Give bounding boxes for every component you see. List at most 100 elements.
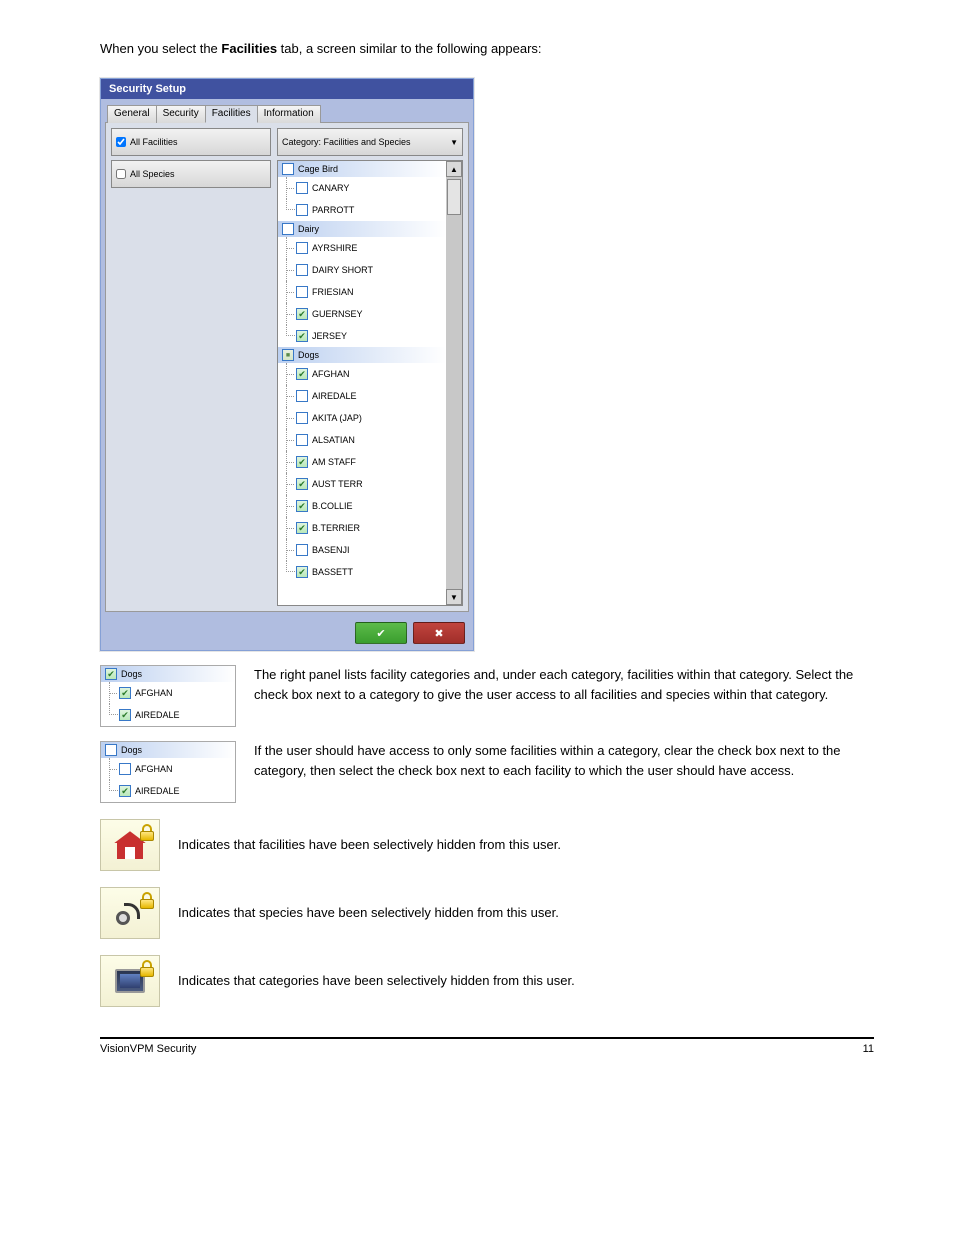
tree-item-checkbox[interactable] (296, 522, 308, 534)
tab-security[interactable]: Security (156, 105, 206, 123)
tree-group-checkbox[interactable] (282, 223, 294, 235)
species-locked-icon-button[interactable] (100, 887, 160, 939)
explain-text-1: The right panel lists facility categorie… (254, 665, 874, 704)
intro-part1: When you select the (100, 41, 221, 56)
lock-icon (139, 892, 155, 910)
tree-item[interactable]: B.COLLIE (278, 495, 446, 517)
all-species-checkbox[interactable] (116, 169, 126, 179)
categories-locked-icon-button[interactable] (100, 955, 160, 1007)
tree-item-label: PARROTT (312, 205, 354, 215)
tree-item[interactable]: GUERNSEY (278, 303, 446, 325)
tree-item-checkbox[interactable] (296, 286, 308, 298)
category-dropdown[interactable]: Category: Facilities and Species ▼ (277, 128, 463, 156)
dropdown-label: Category: Facilities and Species (282, 137, 411, 147)
tree-item-checkbox[interactable] (296, 204, 308, 216)
tree-item[interactable]: BASENJI (278, 539, 446, 561)
lock-icon (139, 824, 155, 842)
tree-item-checkbox[interactable] (296, 264, 308, 276)
mini2-item0-label: AFGHAN (135, 764, 173, 774)
tree-item-checkbox[interactable] (296, 434, 308, 446)
mini2-item1-checkbox[interactable] (119, 785, 131, 797)
tab-information[interactable]: Information (257, 105, 321, 123)
tree-item-label: ALSATIAN (312, 435, 355, 445)
tree-item[interactable]: DAIRY SHORT (278, 259, 446, 281)
tree-item[interactable]: AUST TERR (278, 473, 446, 495)
tree-item-label: B.TERRIER (312, 523, 360, 533)
mini2-header-checkbox[interactable] (105, 744, 117, 756)
tree-item-checkbox[interactable] (296, 544, 308, 556)
tree-group-label: Dairy (298, 224, 319, 234)
tree-group-header[interactable]: Dairy (278, 221, 446, 237)
tree-item[interactable]: AIREDALE (278, 385, 446, 407)
close-icon: ✖ (434, 627, 443, 640)
dialog-footer: ✔ ✖ (101, 616, 473, 650)
tree-item-checkbox[interactable] (296, 308, 308, 320)
facilities-locked-icon-button[interactable] (100, 819, 160, 871)
tree-item-checkbox[interactable] (296, 390, 308, 402)
tree-item[interactable]: AYRSHIRE (278, 237, 446, 259)
tree-item-checkbox[interactable] (296, 368, 308, 380)
scroll-up-button[interactable]: ▲ (446, 161, 462, 177)
mini-tree-all-selected: Dogs AFGHAN AIREDALE (100, 665, 236, 727)
tree-group-header[interactable]: Dogs (278, 347, 446, 363)
tree-item[interactable]: B.TERRIER (278, 517, 446, 539)
intro-bold: Facilities (221, 41, 277, 56)
tree-item[interactable]: FRIESIAN (278, 281, 446, 303)
tree-item[interactable]: JERSEY (278, 325, 446, 347)
tree-item-label: BASENJI (312, 545, 350, 555)
tree-item-checkbox[interactable] (296, 566, 308, 578)
tree-item-label: JERSEY (312, 331, 347, 341)
tree-group-checkbox[interactable] (282, 163, 294, 175)
scroll-thumb[interactable] (447, 179, 461, 215)
tree-item[interactable]: AM STAFF (278, 451, 446, 473)
tree-item-label: GUERNSEY (312, 309, 363, 319)
mini1-header-checkbox[interactable] (105, 668, 117, 680)
tree-item-checkbox[interactable] (296, 242, 308, 254)
tree-item-label: BASSETT (312, 567, 353, 577)
tree-item[interactable]: CANARY (278, 177, 446, 199)
tree-item[interactable]: AFGHAN (278, 363, 446, 385)
dialog-title: Security Setup (101, 79, 473, 99)
mini1-item1-checkbox[interactable] (119, 709, 131, 721)
mini-tree-partial: Dogs AFGHAN AIREDALE (100, 741, 236, 803)
tree-item-checkbox[interactable] (296, 456, 308, 468)
tree-item-label: DAIRY SHORT (312, 265, 373, 275)
ok-button[interactable]: ✔ (355, 622, 407, 644)
tree-group-checkbox[interactable] (282, 349, 294, 361)
tree-item[interactable]: AKITA (JAP) (278, 407, 446, 429)
lock-icon (139, 960, 155, 978)
tree-group-header[interactable]: Cage Bird (278, 161, 446, 177)
tree-item[interactable]: BASSETT (278, 561, 446, 583)
cancel-button[interactable]: ✖ (413, 622, 465, 644)
tree-item-label: CANARY (312, 183, 349, 193)
tab-general[interactable]: General (107, 105, 157, 123)
scrollbar[interactable]: ▲ ▼ (446, 161, 462, 605)
tree-item-label: AM STAFF (312, 457, 356, 467)
tree-item-label: AUST TERR (312, 479, 363, 489)
tree-item-label: AYRSHIRE (312, 243, 357, 253)
scroll-down-button[interactable]: ▼ (446, 589, 462, 605)
all-facilities-field[interactable]: All Facilities (111, 128, 271, 156)
tree-item[interactable]: ALSATIAN (278, 429, 446, 451)
tree-item-checkbox[interactable] (296, 412, 308, 424)
tree-group-label: Cage Bird (298, 164, 338, 174)
tree-item-checkbox[interactable] (296, 182, 308, 194)
footer-left: VisionVPM Security (100, 1043, 196, 1055)
all-facilities-label: All Facilities (130, 137, 178, 147)
tree-item-checkbox[interactable] (296, 330, 308, 342)
mini1-item1-label: AIREDALE (135, 710, 180, 720)
mini2-item0-checkbox[interactable] (119, 763, 131, 775)
all-facilities-checkbox[interactable] (116, 137, 126, 147)
page-footer: VisionVPM Security 11 (100, 1037, 874, 1055)
tab-facilities[interactable]: Facilities (205, 105, 258, 123)
tree-item-checkbox[interactable] (296, 478, 308, 490)
tree-item-checkbox[interactable] (296, 500, 308, 512)
mini1-header-label: Dogs (121, 669, 142, 679)
intro-paragraph: When you select the Facilities tab, a sc… (100, 40, 874, 58)
all-species-field[interactable]: All Species (111, 160, 271, 188)
tree-item-label: FRIESIAN (312, 287, 354, 297)
mini1-item0-checkbox[interactable] (119, 687, 131, 699)
explain-text-2: If the user should have access to only s… (254, 741, 874, 780)
tree-item[interactable]: PARROTT (278, 199, 446, 221)
intro-part2: tab, a screen similar to the following a… (281, 41, 542, 56)
